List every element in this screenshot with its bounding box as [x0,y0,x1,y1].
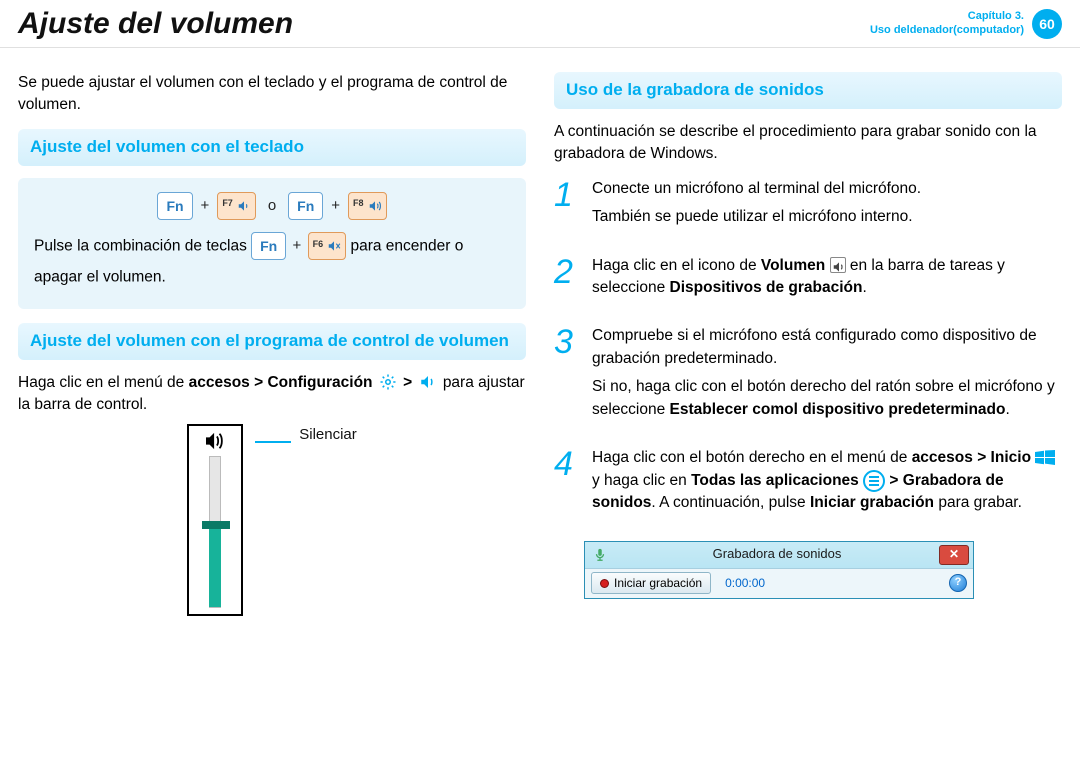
f6-key: F6 [308,232,347,260]
fn-key-2: Fn [288,192,323,220]
volume-slider-box [187,424,243,616]
start-recording-button[interactable]: Iniciar grabación [591,572,711,594]
header-right: Capítulo 3. Uso deldenador(computador) 6… [870,9,1062,39]
step-3-number: 3 [554,325,582,427]
section-keyboard-title: Ajuste del volumen con el teclado [18,129,526,166]
volume-slider-track[interactable] [209,456,221,608]
volume-slider-fill [209,525,221,608]
section-recorder-title: Uso de la grabadora de sonidos [554,72,1062,109]
plus-sign-3: + [291,237,304,254]
steps-list: 1 Conecte un micrófono al terminal del m… [554,178,1062,521]
callout-line [255,441,291,443]
fn-key: Fn [157,192,192,220]
s4b: accesos [912,449,973,466]
sound-recorder-window: Grabadora de sonidos ✕ Iniciar grabación… [584,541,974,599]
start-recording-label: Iniciar grabación [614,575,702,592]
volume-down-icon [237,199,251,213]
step-2: 2 Haga clic en el icono de Volumen en la… [554,255,1062,306]
page-number-badge: 60 [1032,9,1062,39]
s4i: para grabar. [934,494,1022,511]
step-1-number: 1 [554,178,582,235]
plus-sign-2: + [329,192,342,221]
f7-label: F7 [222,195,233,212]
s3c: Establecer comol dispositivo predetermin… [670,401,1006,418]
vol-para-c: > [403,374,416,391]
step-3-text-2: Si no, haga clic con el botón derecho de… [592,376,1062,421]
taskbar-volume-icon [830,257,846,273]
f8-key: F8 [348,192,387,220]
vol-para-b: accesos > Configuración [189,374,373,391]
slider-speaker-icon[interactable] [204,432,226,450]
all-apps-icon [863,470,885,492]
s2b: Volumen [761,257,825,274]
volume-up-icon [368,199,382,213]
step-1-line-b: También se puede utilizar el micrófono i… [592,206,1062,228]
windows-logo-icon [1035,450,1055,466]
fn-key-3: Fn [251,232,286,260]
content: Se puede ajustar el volumen con el tecla… [0,48,1080,626]
s3d: . [1005,401,1009,418]
plus-sign: + [199,192,212,221]
step-4-number: 4 [554,447,582,521]
section-program-title: Ajuste del volumen con el programa de co… [18,323,526,360]
page-title: Ajuste del volumen [18,7,293,41]
key-row-1: Fn + F7 o Fn + F8 [34,192,510,221]
record-dot-icon [600,579,609,588]
f8-label: F8 [353,195,364,212]
kb-line2-a: Pulse la combinación de teclas [34,237,251,254]
volume-mute-icon [327,239,341,253]
page-header: Ajuste del volumen Capítulo 3. Uso delde… [0,0,1080,48]
key-row-2: Pulse la combinación de teclas Fn + F6 p… [34,230,510,293]
step-4: 4 Haga clic con el botón derecho en el m… [554,447,1062,521]
s3a: Compruebe si el micrófono está configura… [592,325,1062,370]
f6-label: F6 [313,235,324,253]
s2e: . [862,279,866,296]
recorder-titlebar: Grabadora de sonidos ✕ [585,542,973,568]
chapter-line2: Uso deldenador(computador) [870,24,1024,37]
intro-text: Se puede ajustar el volumen con el tecla… [18,72,526,117]
volume-slider-thumb[interactable] [202,521,230,529]
volume-program-para: Haga clic en el menú de accesos > Config… [18,372,526,417]
s4e: Todas las aplicaciones [691,472,859,489]
s4d: y haga clic en [592,472,691,489]
s2a: Haga clic en el icono de [592,257,761,274]
right-column: Uso de la grabadora de sonidos A continu… [554,72,1062,616]
s4a: Haga clic con el botón derecho en el men… [592,449,912,466]
step-1-line-a: Conecte un micrófono al terminal del mic… [592,178,1062,200]
chapter-info: Capítulo 3. Uso deldenador(computador) [870,10,1024,36]
step-3: 3 Compruebe si el micrófono está configu… [554,325,1062,427]
s4c: > Inicio [977,449,1035,466]
keyboard-box: Fn + F7 o Fn + F8 Pulse la combinación d… [18,178,526,309]
microphone-icon [591,546,609,564]
help-button[interactable]: ? [949,574,967,592]
recorder-body: Iniciar grabación 0:00:00 ? [585,568,973,598]
recorder-intro: A continuación se describe el procedimie… [554,121,1062,166]
mute-callout-label: Silenciar [299,424,357,446]
step-4-text: Haga clic con el botón derecho en el men… [592,447,1062,515]
recording-time: 0:00:00 [725,575,765,592]
s4g: . A continuación, pulse [651,494,810,511]
recorder-window-title: Grabadora de sonidos [615,545,939,564]
step-2-text: Haga clic en el icono de Volumen en la b… [592,255,1062,300]
step-1: 1 Conecte un micrófono al terminal del m… [554,178,1062,235]
left-column: Se puede ajustar el volumen con el tecla… [18,72,526,616]
f7-key: F7 [217,192,256,220]
step-2-number: 2 [554,255,582,306]
gear-icon [379,373,397,391]
s4h: Iniciar grabación [810,494,934,511]
volume-slider-figure: Silenciar [18,424,526,616]
or-separator: o [262,192,282,221]
volume-icon [419,373,437,391]
vol-para-a: Haga clic en el menú de [18,374,189,391]
chapter-line1: Capítulo 3. [870,10,1024,23]
close-button[interactable]: ✕ [939,545,969,565]
s2d: Dispositivos de grabación [670,279,863,296]
